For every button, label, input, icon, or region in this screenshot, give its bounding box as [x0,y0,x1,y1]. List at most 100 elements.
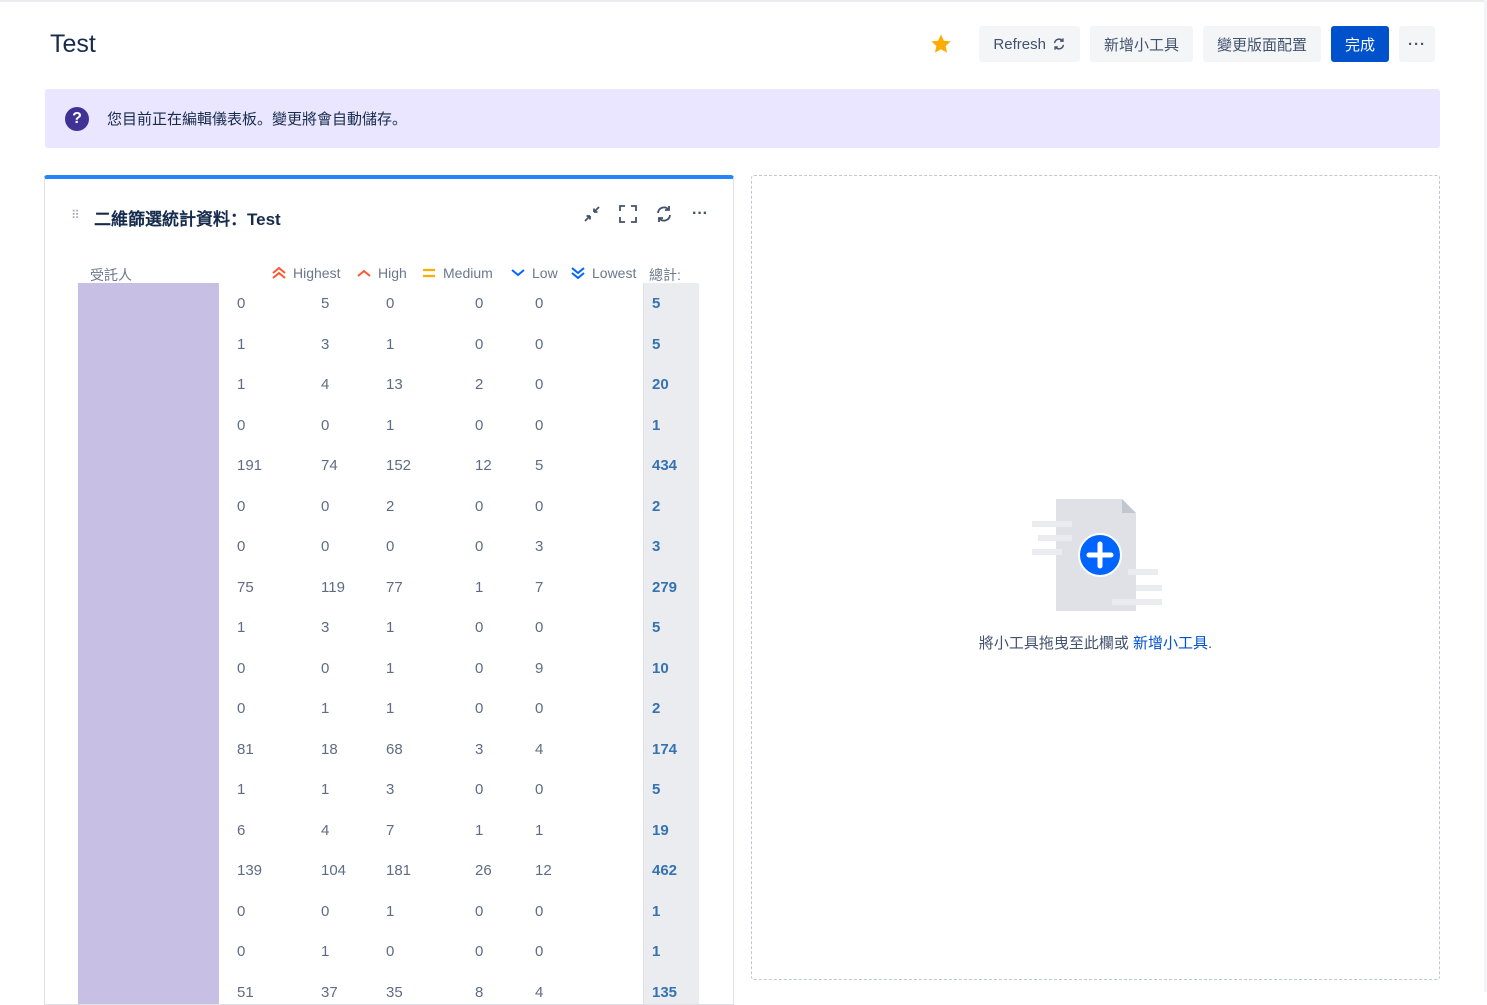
cell-highest[interactable]: 75 [237,579,254,596]
header-highest[interactable]: Highest [271,265,340,281]
cell-total[interactable]: 434 [652,457,677,474]
refresh-button[interactable]: Refresh [979,26,1080,62]
cell-high[interactable]: 18 [321,741,338,758]
cell-total[interactable]: 1 [652,903,660,920]
cell-highest[interactable]: 6 [237,822,245,839]
cell-medium[interactable]: 7 [386,822,394,839]
cell-total[interactable]: 20 [652,376,669,393]
cell-highest[interactable]: 51 [237,984,254,1001]
cell-highest[interactable]: 0 [237,903,245,920]
cell-medium[interactable]: 152 [386,457,411,474]
cell-highest[interactable]: 81 [237,741,254,758]
cell-medium[interactable]: 181 [386,862,411,879]
cell-high[interactable]: 3 [321,336,329,353]
cell-total[interactable]: 19 [652,822,669,839]
cell-total[interactable]: 10 [652,660,669,677]
cell-low[interactable]: 0 [475,619,483,636]
cell-high[interactable]: 74 [321,457,338,474]
cell-high[interactable]: 0 [321,660,329,677]
cell-low[interactable]: 1 [475,579,483,596]
cell-total[interactable]: 135 [652,984,677,1001]
cell-total[interactable]: 1 [652,943,660,960]
cell-high[interactable]: 3 [321,619,329,636]
star-icon[interactable] [929,32,953,56]
cell-medium[interactable]: 1 [386,700,394,717]
cell-low[interactable]: 8 [475,984,483,1001]
cell-lowest[interactable]: 4 [535,741,543,758]
cell-low[interactable]: 0 [475,295,483,312]
cell-medium[interactable]: 1 [386,336,394,353]
cell-low[interactable]: 3 [475,741,483,758]
cell-total[interactable]: 5 [652,619,660,636]
cell-low[interactable]: 0 [475,336,483,353]
cell-low[interactable]: 0 [475,700,483,717]
gadget-more-icon[interactable]: ··· [689,203,711,225]
cell-medium[interactable]: 13 [386,376,403,393]
cell-low[interactable]: 0 [475,660,483,677]
empty-dropzone-column[interactable]: 將小工具拖曳至此欄或 新增小工具. [751,175,1440,980]
cell-total[interactable]: 279 [652,579,677,596]
cell-high[interactable]: 119 [321,579,345,596]
cell-lowest[interactable]: 0 [535,376,543,393]
cell-highest[interactable]: 0 [237,538,245,555]
cell-high[interactable]: 1 [321,781,329,798]
cell-total[interactable]: 462 [652,862,677,879]
cell-total[interactable]: 2 [652,498,660,515]
cell-highest[interactable]: 1 [237,336,245,353]
dropzone-add-gadget-link[interactable]: 新增小工具 [1133,635,1208,652]
cell-total[interactable]: 174 [652,741,677,758]
cell-highest[interactable]: 139 [237,862,262,879]
done-button[interactable]: 完成 [1331,26,1389,62]
cell-highest[interactable]: 0 [237,700,245,717]
cell-low[interactable]: 1 [475,822,483,839]
cell-low[interactable]: 2 [475,376,483,393]
cell-medium[interactable]: 0 [386,943,394,960]
cell-medium[interactable]: 35 [386,984,403,1001]
cell-medium[interactable]: 3 [386,781,394,798]
header-medium[interactable]: Medium [421,265,493,281]
cell-high[interactable]: 4 [321,376,329,393]
cell-total[interactable]: 5 [652,336,660,353]
cell-low[interactable]: 0 [475,943,483,960]
cell-lowest[interactable]: 0 [535,781,543,798]
cell-low[interactable]: 0 [475,538,483,555]
cell-low[interactable]: 0 [475,417,483,434]
refresh-gadget-icon[interactable] [653,203,675,225]
cell-low[interactable]: 26 [475,862,492,879]
cell-total[interactable]: 1 [652,417,660,434]
cell-high[interactable]: 1 [321,700,329,717]
cell-lowest[interactable]: 7 [535,579,543,596]
minimize-icon[interactable] [581,203,603,225]
more-actions-button[interactable]: ··· [1399,26,1435,62]
cell-medium[interactable]: 1 [386,903,394,920]
cell-total[interactable]: 2 [652,700,660,717]
header-assignee[interactable]: 受託人 [90,265,132,285]
cell-high[interactable]: 0 [321,498,329,515]
cell-low[interactable]: 0 [475,781,483,798]
cell-high[interactable]: 0 [321,903,329,920]
cell-medium[interactable]: 1 [386,660,394,677]
cell-highest[interactable]: 0 [237,295,245,312]
cell-total[interactable]: 5 [652,781,660,798]
cell-lowest[interactable]: 0 [535,903,543,920]
cell-medium[interactable]: 1 [386,417,394,434]
cell-lowest[interactable]: 4 [535,984,543,1001]
cell-lowest[interactable]: 5 [535,457,543,474]
cell-low[interactable]: 12 [475,457,492,474]
cell-high[interactable]: 1 [321,943,329,960]
cell-highest[interactable]: 0 [237,660,245,677]
cell-high[interactable]: 4 [321,822,329,839]
drag-handle-icon[interactable]: ⠿ [71,208,79,222]
header-total[interactable]: 總計: [649,265,681,285]
cell-medium[interactable]: 68 [386,741,403,758]
maximize-icon[interactable] [617,203,639,225]
cell-medium[interactable]: 2 [386,498,394,515]
change-layout-button[interactable]: 變更版面配置 [1203,26,1321,62]
cell-highest[interactable]: 0 [237,943,245,960]
cell-lowest[interactable]: 0 [535,943,543,960]
cell-lowest[interactable]: 0 [535,417,543,434]
cell-high[interactable]: 37 [321,984,338,1001]
cell-high[interactable]: 0 [321,538,329,555]
cell-lowest[interactable]: 0 [535,700,543,717]
cell-total[interactable]: 5 [652,295,660,312]
